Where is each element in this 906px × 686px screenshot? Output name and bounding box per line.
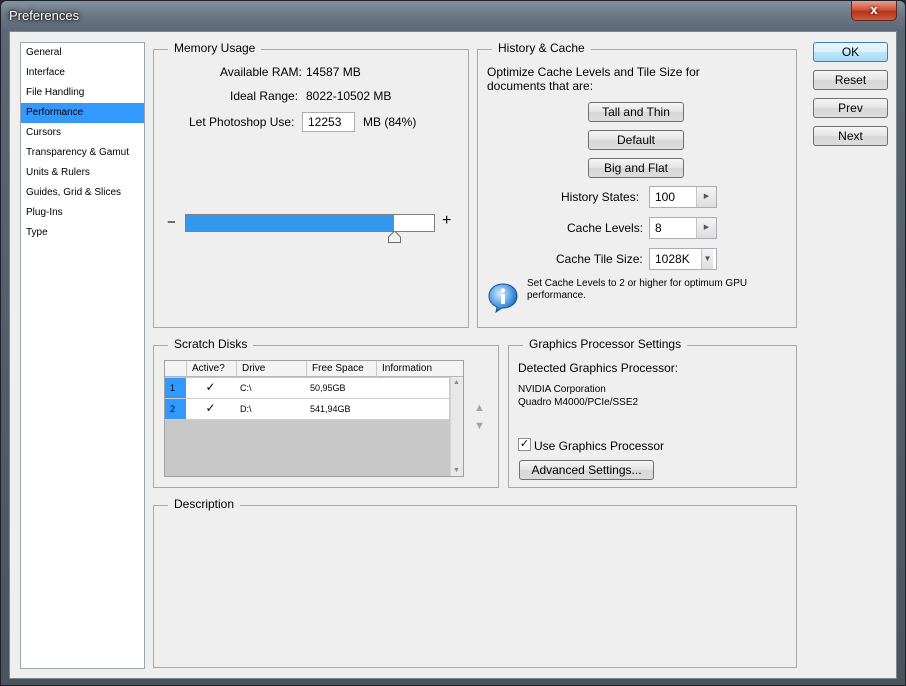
- cache-tile-size-value: 1028K: [655, 252, 690, 266]
- window-title: Preferences: [9, 8, 80, 23]
- optimize-description: Optimize Cache Levels and Tile Size for …: [487, 65, 700, 93]
- gpu-info-text: Set Cache Levels to 2 or higher for opti…: [527, 278, 748, 301]
- cache-tile-size-label: Cache Tile Size:: [556, 252, 643, 266]
- big-and-flat-button[interactable]: Big and Flat: [588, 158, 684, 178]
- history-states-label: History States:: [561, 190, 640, 204]
- cache-levels-arrow-icon[interactable]: ▶: [696, 218, 716, 238]
- nav-item-guides-grid-slices[interactable]: Guides, Grid & Slices: [21, 183, 144, 203]
- next-button[interactable]: Next: [813, 126, 888, 146]
- gpu-vendor: NVIDIA Corporation: [518, 384, 606, 395]
- scroll-up-icon[interactable]: ▲: [453, 379, 460, 386]
- description-title: Description: [168, 497, 241, 511]
- column-header-drive[interactable]: Drive: [237, 361, 307, 377]
- nav-item-plug-ins[interactable]: Plug-Ins: [21, 203, 144, 223]
- row-number: 2: [165, 399, 186, 419]
- nav-item-type[interactable]: Type: [21, 223, 144, 243]
- history-states-field[interactable]: 100 ▶: [649, 186, 717, 208]
- available-ram-value: 14587 MB: [306, 65, 361, 79]
- cache-tile-size-select[interactable]: 1028K ▼: [649, 248, 717, 270]
- dialog-client: General Interface File Handling Performa…: [9, 31, 897, 679]
- free-space-cell: 541,94GB: [310, 404, 351, 414]
- scratch-disks-table: Active? Drive Free Space Information 1 ✓…: [164, 360, 464, 477]
- advanced-settings-button[interactable]: Advanced Settings...: [519, 460, 654, 480]
- nav-item-transparency-gamut[interactable]: Transparency & Gamut: [21, 143, 144, 163]
- ok-button[interactable]: OK: [813, 42, 888, 62]
- nav-item-cursors[interactable]: Cursors: [21, 123, 144, 143]
- column-header-information[interactable]: Information: [377, 361, 463, 377]
- history-states-value: 100: [655, 190, 676, 204]
- reset-button[interactable]: Reset: [813, 70, 888, 90]
- column-header-num: [165, 361, 187, 377]
- table-scrollbar[interactable]: ▲ ▼: [450, 377, 463, 476]
- scratch-disks-title: Scratch Disks: [168, 337, 254, 351]
- scroll-down-icon[interactable]: ▼: [453, 467, 460, 474]
- move-up-icon[interactable]: ▲: [474, 402, 485, 414]
- use-gpu-checkbox[interactable]: ✓: [518, 438, 531, 451]
- memory-slider-thumb[interactable]: [388, 231, 401, 243]
- memory-slider-fill: [186, 215, 394, 231]
- title-bar[interactable]: Preferences x: [1, 1, 905, 31]
- nav-item-interface[interactable]: Interface: [21, 63, 144, 83]
- available-ram-label: Available RAM:: [220, 65, 302, 79]
- category-list: General Interface File Handling Performa…: [20, 42, 145, 669]
- table-row[interactable]: 1 ✓ C:\ 50,95GB: [165, 378, 449, 399]
- close-icon: x: [870, 2, 878, 17]
- memory-usage-title: Memory Usage: [168, 41, 262, 55]
- cache-levels-label: Cache Levels:: [567, 221, 644, 235]
- nav-item-units-rulers[interactable]: Units & Rulers: [21, 163, 144, 183]
- cache-levels-field[interactable]: 8 ▶: [649, 217, 717, 239]
- decrease-memory-icon[interactable]: −: [167, 214, 176, 231]
- drive-cell: C:\: [240, 383, 252, 393]
- ideal-range-value: 8022-10502 MB: [306, 89, 392, 103]
- ideal-range-label: Ideal Range:: [230, 89, 299, 103]
- nav-item-general[interactable]: General: [21, 43, 144, 63]
- history-states-arrow-icon[interactable]: ▶: [696, 187, 716, 207]
- nav-item-file-handling[interactable]: File Handling: [21, 83, 144, 103]
- table-row[interactable]: 2 ✓ D:\ 541,94GB: [165, 399, 449, 420]
- history-cache-title: History & Cache: [492, 41, 591, 55]
- use-gpu-label[interactable]: Use Graphics Processor: [534, 439, 664, 453]
- column-header-active[interactable]: Active?: [187, 361, 237, 377]
- free-space-cell: 50,95GB: [310, 383, 346, 393]
- detected-gpu-label: Detected Graphics Processor:: [518, 361, 679, 375]
- active-checkbox[interactable]: ✓: [204, 402, 217, 416]
- let-photoshop-use-label: Let Photoshop Use:: [189, 115, 295, 129]
- memory-use-suffix: MB (84%): [363, 115, 417, 129]
- row-number: 1: [165, 378, 186, 398]
- close-button[interactable]: x: [851, 1, 897, 21]
- increase-memory-icon[interactable]: +: [442, 212, 451, 230]
- gpu-model: Quadro M4000/PCIe/SSE2: [518, 397, 639, 408]
- memory-use-input[interactable]: 12253: [302, 112, 355, 132]
- cache-levels-value: 8: [655, 221, 662, 235]
- chevron-down-icon: ▼: [701, 249, 713, 269]
- nav-item-performance[interactable]: Performance: [21, 103, 144, 123]
- memory-slider[interactable]: [185, 214, 435, 232]
- tall-and-thin-button[interactable]: Tall and Thin: [588, 102, 684, 122]
- description-group: Description: [153, 497, 797, 668]
- move-down-icon[interactable]: ▼: [474, 420, 485, 432]
- table-header: Active? Drive Free Space Information: [165, 361, 463, 377]
- default-cache-button[interactable]: Default: [588, 130, 684, 150]
- drive-cell: D:\: [240, 404, 252, 414]
- active-checkbox[interactable]: ✓: [204, 381, 217, 395]
- info-icon: [488, 283, 518, 314]
- prev-button[interactable]: Prev: [813, 98, 888, 118]
- column-header-free-space[interactable]: Free Space: [307, 361, 377, 377]
- preferences-window: Preferences x General Interface File Han…: [0, 0, 906, 686]
- graphics-processor-title: Graphics Processor Settings: [523, 337, 688, 351]
